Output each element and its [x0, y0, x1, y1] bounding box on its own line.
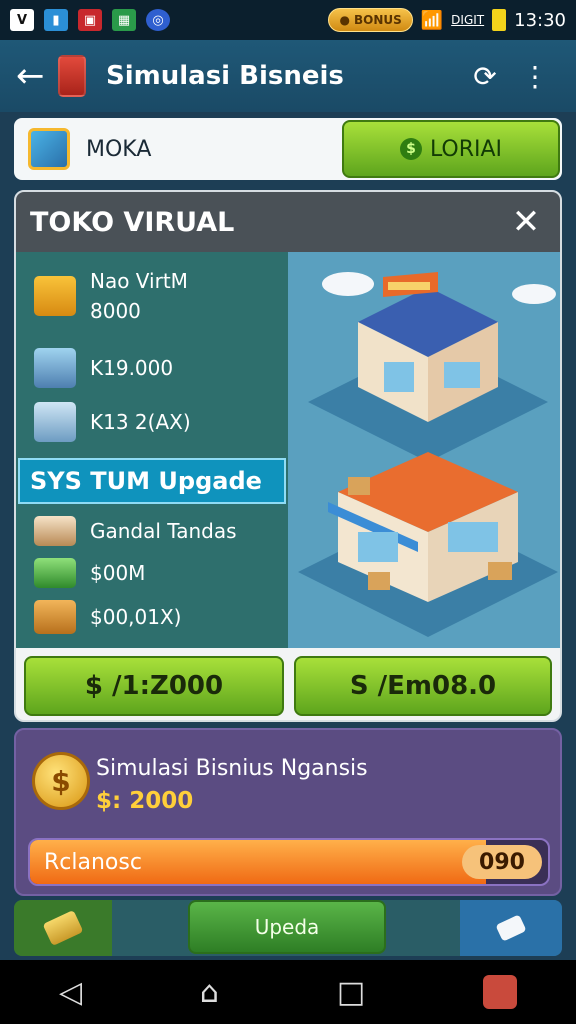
item-label: Gandal Tandas [90, 519, 237, 543]
coin-icon: ● [339, 13, 350, 27]
clock: 13:30 [514, 9, 566, 31]
dollar-icon: $ [399, 138, 422, 160]
nav-recents-icon[interactable]: □ [337, 975, 365, 1010]
tool-left-button[interactable] [14, 900, 112, 956]
upgrade-banner[interactable]: SYS TUM Upgade [18, 458, 286, 504]
store-illustration [288, 252, 560, 648]
coin-pill-label: BONUS [353, 13, 402, 27]
money-amount: $: 2000 [96, 788, 194, 814]
app-logo [58, 55, 86, 97]
account-row: MOKA $ LORIAI [14, 118, 562, 180]
money-stack-icon [42, 909, 84, 947]
upgrade-title: SYS TUM Upgade [30, 467, 262, 495]
stack-icon [34, 402, 76, 442]
item-value: $00M [90, 561, 146, 585]
item-row: $00M [34, 558, 145, 588]
box-icon [28, 128, 70, 170]
tool-right-button[interactable] [460, 900, 562, 956]
buy-button-a-label: $ /1:Z000 [84, 671, 224, 701]
back-arrow-icon[interactable]: ← [16, 59, 50, 93]
app-photo-icon: ▦ [112, 9, 136, 31]
status-bar: V ▮ ▣ ▦ ◎ ● BONUS 📶 DIGIT 13:30 [0, 0, 576, 40]
close-icon[interactable]: ✕ [506, 202, 546, 242]
nav-home-icon[interactable]: ⌂ [200, 975, 219, 1010]
stat-row: K13 2(AX) [34, 402, 191, 442]
tag-icon [495, 914, 527, 942]
item-row: $00,01X) [34, 600, 181, 634]
item-value: $00,01X) [90, 605, 182, 629]
app-store-icon: ▣ [78, 9, 102, 31]
cash-register-icon [34, 276, 76, 316]
progress-label: Rclanosc [44, 850, 142, 875]
store-card: TOKO VIRUAL ✕ Nao VirtM 8000 K19.000 K13… [14, 190, 562, 722]
app-browser-icon: ◎ [146, 9, 170, 31]
system-nav-bar: ◁ ⌂ □ [0, 960, 576, 1024]
progress-value: 090 [462, 845, 542, 879]
bottom-toolbar: Upeda [14, 900, 562, 956]
page-title: Simulasi Bisneis [106, 61, 344, 91]
stack-icon [34, 348, 76, 388]
gold-coin-icon: $ [32, 752, 90, 810]
login-button-label: LORIAI [429, 136, 503, 162]
item-row: Gandal Tandas [34, 516, 237, 546]
nav-back-icon[interactable]: ◁ [59, 975, 82, 1010]
app-chart-icon: ▮ [44, 9, 68, 31]
business-summary-panel: $ Simulasi Bisnius Ngansis $: 2000 Rclan… [14, 728, 562, 896]
card-header: TOKO VIRUAL ✕ [16, 192, 560, 252]
stat-row: Nao VirtM 8000 [34, 266, 188, 326]
app-v-icon: V [10, 9, 34, 31]
cash-icon [34, 558, 76, 588]
summary-title: Simulasi Bisnius Ngansis [96, 756, 368, 781]
wifi-icon: 📶 [420, 9, 444, 31]
stats-panel: Nao VirtM 8000 K19.000 K13 2(AX) SYS TUM… [16, 252, 288, 648]
nav-app-icon[interactable] [483, 975, 518, 1009]
stat-value: K13 2(AX) [90, 410, 191, 434]
upgrade-button[interactable]: Upeda [188, 900, 386, 954]
upgrade-button-label: Upeda [254, 915, 320, 939]
stat-name: Nao VirtM [90, 269, 188, 293]
isometric-shops-illustration [298, 272, 558, 637]
card-title: TOKO VIRUAL [30, 206, 235, 238]
refresh-icon[interactable]: ⟳ [460, 60, 510, 93]
box-item-icon [34, 516, 76, 546]
more-vert-icon[interactable]: ⋮ [510, 60, 560, 93]
app-bar: ← Simulasi Bisneis ⟳ ⋮ [0, 40, 576, 112]
stat-row: K19.000 [34, 348, 173, 388]
network-label: DIGIT [451, 13, 485, 27]
stat-value: 8000 [90, 299, 141, 323]
progress-bar: Rclanosc 090 [28, 838, 550, 886]
crate-icon [34, 600, 76, 634]
battery-icon [492, 9, 507, 31]
stat-value: K19.000 [90, 356, 174, 380]
buy-button-a[interactable]: $ /1:Z000 [24, 656, 284, 716]
buy-button-b-label: S /Em08.0 [349, 671, 497, 701]
account-label: MOKA [86, 136, 152, 162]
login-button[interactable]: $ LORIAI [342, 120, 560, 178]
buy-button-b[interactable]: S /Em08.0 [294, 656, 552, 716]
coin-pill[interactable]: ● BONUS [328, 8, 413, 32]
